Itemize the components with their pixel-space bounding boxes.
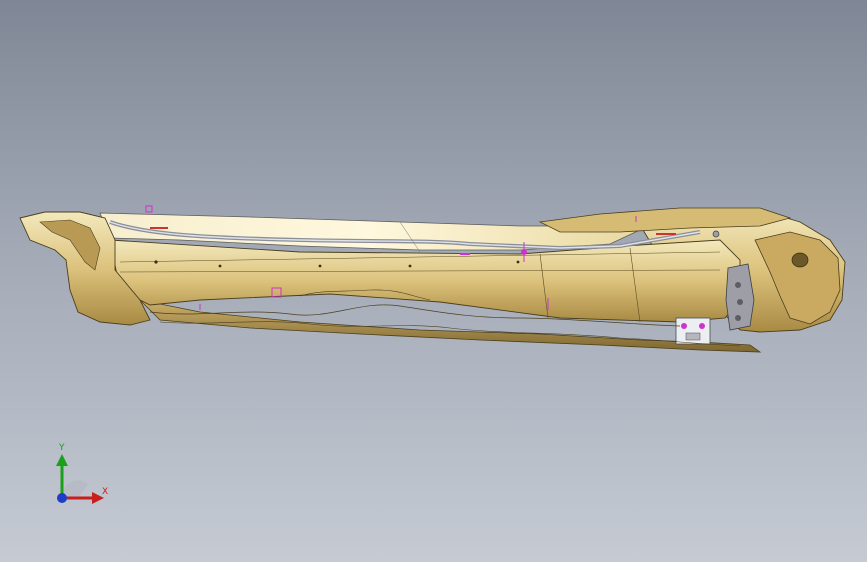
hinge-marker [681,323,687,329]
axis-triad[interactable] [40,440,120,510]
hinge-marker [699,323,705,329]
rivet-hole [516,260,520,264]
rear-light-recess [791,252,809,268]
hinge-slot [685,332,701,341]
bracket-hole [735,315,741,321]
rivet-hole [408,264,412,268]
rivet-hole [318,264,322,268]
y-axis-label: Y [59,443,65,453]
3d-viewport[interactable]: Y X [0,0,867,562]
bracket-hole [735,282,741,288]
car-body-side-model[interactable] [0,0,867,562]
annotation-marker [145,205,153,213]
rivet-hole [154,260,158,264]
y-axis-arrow-icon [56,454,68,466]
bracket-hole [737,299,743,305]
x-axis-label: X [102,487,109,497]
annotation-marker [712,230,720,238]
rivet-hole [218,264,222,268]
z-axis-icon [57,493,67,503]
